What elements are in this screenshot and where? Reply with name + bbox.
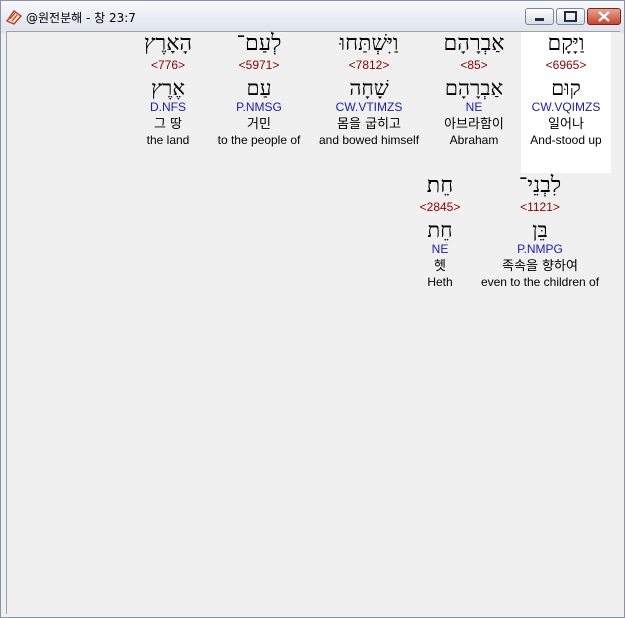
word-cell[interactable]: אַבְרָהָם <85> אַבְרָהָם NE 아브라함이 Abraha… [429,32,519,173]
english-gloss: And-stood up [530,133,602,147]
hebrew-root: עַם [246,76,272,100]
hebrew-word: אַבְרָהָם [443,31,505,56]
app-window: @원전분해 - 창 23:7 וַיָּקָם <6965> קוּם CW.V… [0,0,625,618]
morphology-code: NE [465,100,483,114]
hebrew-word: לִבְנֵי־ [518,173,562,198]
strong-number[interactable]: <85> [429,58,519,72]
english-gloss: Abraham [449,133,499,147]
korean-gloss: 족속을 향하여 [502,259,578,274]
morphology-code: CW.VQIMZS [531,100,601,114]
morphology-code: P.NMPG [517,242,563,256]
morphology-code: CW.VTIMZS [335,100,403,114]
hebrew-root: שָׁחָה [349,76,389,100]
word-cell[interactable]: הָאָרֶץ <776> אֶרֶץ D.NFS 그 땅 the land [133,32,203,173]
title-bar[interactable]: @원전분해 - 창 23:7 [1,1,624,33]
english-gloss: even to the children of [480,275,600,289]
strong-number[interactable]: <7812> [313,58,425,72]
hebrew-word: הָאָרֶץ [143,31,193,56]
hebrew-word: וַיָּקָם [547,31,585,56]
strong-number[interactable]: <6965> [521,58,611,72]
hebrew-root: חֵת [427,218,453,242]
hebrew-root: אַבְרָהָם [444,76,504,100]
hebrew-word: וַיִּשְׁתַּחוּ [339,31,399,56]
maximize-icon [564,11,577,22]
korean-gloss: 아브라함이 [444,117,504,132]
morphology-code: P.NMSG [236,100,282,114]
morphology-code: NE [431,242,449,256]
strong-number[interactable]: <776> [133,58,203,72]
minimize-button[interactable] [525,8,554,25]
hebrew-word: לְעַם־ [236,31,282,56]
hebrew-root: אֶרֶץ [151,76,185,100]
strong-number[interactable]: <1121> [475,200,605,214]
close-icon [598,11,610,22]
word-cell[interactable]: לִבְנֵי־ <1121> בֵּן P.NMPG 족속을 향하여 even… [475,174,605,315]
word-cell[interactable]: לְעַם־ <5971> עַם P.NMSG 거민 to the peopl… [209,32,309,173]
morphology-code: D.NFS [150,100,186,114]
window-title: @원전분해 - 창 23:7 [26,11,136,25]
word-cell[interactable]: חֵת׃ <2845> חֵת NE 헷 Heth [415,174,465,315]
english-gloss: to the people of [217,133,301,147]
english-gloss: Heth [427,275,453,289]
parsing-view: וַיָּקָם <6965> קוּם CW.VQIMZS 일어나 And-s… [6,31,620,614]
strong-number[interactable]: <5971> [209,58,309,72]
korean-gloss: 거민 [247,117,271,132]
english-gloss: and bowed himself [318,133,420,147]
korean-gloss: 헷 [434,259,446,274]
maximize-button[interactable] [556,8,585,25]
hebrew-word: חֵת׃ [426,173,454,198]
book-icon[interactable] [5,8,23,26]
english-gloss: the land [146,133,190,147]
word-cell[interactable]: וַיָּקָם <6965> קוּם CW.VQIMZS 일어나 And-s… [521,32,611,173]
korean-gloss: 몸을 굽히고 [337,117,401,132]
word-cell[interactable]: וַיִּשְׁתַּחוּ <7812> שָׁחָה CW.VTIMZS 몸… [313,32,425,173]
korean-gloss: 그 땅 [153,117,183,132]
korean-gloss: 일어나 [548,117,584,132]
minimize-icon [535,18,544,21]
hebrew-root: בֵּן [532,218,548,242]
close-button[interactable] [587,8,621,25]
strong-number[interactable]: <2845> [415,200,465,214]
hebrew-root: קוּם [551,76,581,100]
